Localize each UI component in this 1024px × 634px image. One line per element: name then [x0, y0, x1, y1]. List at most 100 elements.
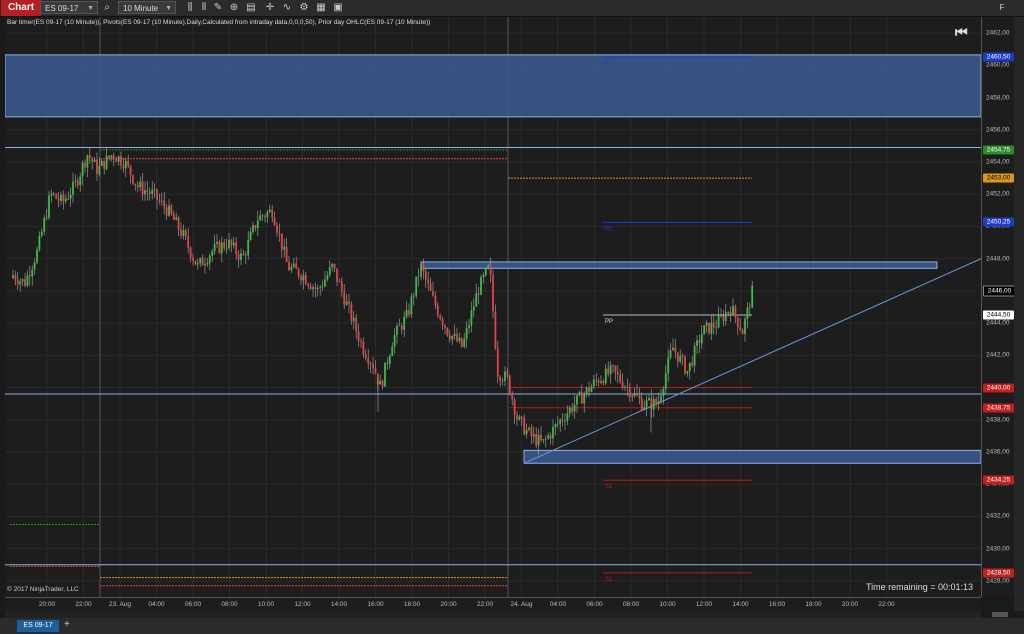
strategies-icon[interactable]: ⚙ [298, 2, 310, 14]
candle-bear [520, 416, 523, 419]
candle-bear [357, 331, 360, 342]
candle-bear [156, 189, 158, 200]
candle-bear [398, 325, 401, 327]
interval-selector[interactable]: 10 Minute ▼ [118, 1, 176, 14]
search-icon[interactable]: ⌕ [101, 2, 113, 14]
copyright-text: © 2017 NinjaTrader, LLC [7, 586, 79, 593]
candle-bull [652, 398, 655, 410]
candle-bull [290, 266, 293, 271]
price-tick-label: 2442,00 [986, 351, 1010, 359]
candle-bear [549, 435, 552, 439]
candle-bull [321, 286, 324, 288]
candle-bull [393, 335, 396, 347]
time-tick-label: 08:00 [622, 601, 640, 608]
tab-es-09-17[interactable]: ES 09-17 [17, 620, 59, 632]
price-tick-label: 2432,00 [986, 512, 1010, 520]
time-axis[interactable]: 20:00 22:00 23. Aug 04:00 06:00 08:00 10:00 12:… [5, 597, 981, 612]
candle-bear [684, 356, 686, 374]
candle-bull [484, 268, 487, 276]
candle-bull [566, 413, 569, 421]
candle-bear [511, 393, 514, 400]
add-tab-icon[interactable]: + [64, 619, 70, 630]
resistance-zone [420, 261, 938, 269]
candle-bear [580, 392, 583, 404]
crosshair-icon[interactable]: ✛ [264, 2, 276, 14]
candle-bull [396, 325, 398, 336]
zoom-icon[interactable]: ⊕ [228, 2, 240, 14]
indicators-icon[interactable]: ∿ [281, 2, 293, 14]
candle-bear [350, 304, 353, 322]
trade-icon[interactable]: ▣ [332, 2, 344, 14]
candle-bull [732, 305, 734, 315]
candle-bear [304, 275, 307, 285]
candle-bear [636, 392, 638, 396]
candle-bear [460, 337, 463, 347]
candle-bull [679, 355, 682, 362]
candle-bull [693, 345, 696, 366]
candle-bear [374, 368, 377, 374]
price-axis[interactable]: 2462,00 2460,00 2458,00 2456,00 2454,00 2452,… [981, 17, 1016, 597]
horizontal-scrollbar[interactable] [5, 611, 981, 618]
candle-bear [271, 209, 274, 218]
properties-icon[interactable]: ▤ [245, 2, 257, 14]
draw-icon[interactable]: ✎ [212, 2, 224, 14]
candle-bull [487, 265, 490, 269]
instrument-label: ES 09-17 [45, 4, 79, 13]
candle-bear [638, 395, 641, 399]
templates-icon[interactable]: ▦ [315, 2, 327, 14]
candle-bull [465, 328, 468, 340]
candle-bear [715, 327, 718, 329]
candle-bull [451, 335, 454, 340]
candle-bear [355, 317, 358, 332]
collapse-panel-icon[interactable]: ⏮ [955, 25, 969, 39]
candle-bear [261, 215, 264, 217]
candle-bull [326, 275, 329, 280]
candle-bull [537, 435, 540, 446]
candle-bull [657, 400, 660, 405]
chart-style-icon[interactable]: ⫴ [198, 2, 210, 14]
candle-bear [494, 311, 497, 349]
bar-type-icon[interactable]: ⫼ [184, 2, 196, 14]
candle-bull [717, 315, 720, 328]
price-tick-label: 2462,00 [986, 29, 1010, 37]
candle-bear [588, 387, 590, 392]
candle-bear [273, 217, 276, 226]
chart-info-line: Bar timer(ES 09-17 (10 Minute)), Pivots(… [7, 19, 431, 26]
candle-bear [607, 368, 610, 375]
candle-bear [741, 330, 744, 335]
scrollbar-thumb[interactable] [992, 612, 1008, 617]
candle-bull [470, 310, 473, 326]
candle-bear [400, 325, 403, 330]
candle-bull [33, 262, 36, 270]
chart-tab[interactable]: Chart [1, 0, 41, 16]
candle-bull [196, 263, 199, 265]
instrument-selector[interactable]: ES 09-17 ▼ [40, 1, 98, 14]
candle-bull [669, 350, 672, 358]
candle-bull [544, 438, 547, 440]
price-tick-label: 2458,00 [986, 94, 1010, 102]
candle-bear [84, 162, 86, 168]
candle-bull [645, 400, 648, 408]
supply-zone [5, 54, 981, 118]
plot-area[interactable]: R2 R1 PP S1 S2 Bar timer(ES 09-17 (10 Minute… [5, 17, 981, 597]
candle-bear [499, 376, 502, 381]
candle-bull [168, 205, 170, 216]
time-tick-label: 24. Aug [510, 601, 533, 608]
f-button[interactable]: F [996, 2, 1008, 14]
candle-bear [369, 363, 372, 365]
time-tick-label: 18:00 [805, 601, 822, 608]
candle-bull [746, 307, 749, 319]
candle-bull [268, 209, 271, 213]
candle-bear [62, 194, 65, 202]
time-tick-label: 12:00 [695, 601, 713, 608]
candle-bull [67, 198, 70, 200]
candle-bull [727, 311, 730, 313]
candle-bull [43, 218, 46, 232]
pivot-label-r1: R1 [605, 226, 613, 232]
candle-bear [129, 165, 132, 176]
candle-bull [160, 200, 163, 202]
candle-bull [64, 198, 67, 202]
time-tick-label: 10:00 [659, 601, 676, 608]
time-tick-label: 20:00 [440, 601, 457, 608]
candle-bear [698, 340, 701, 344]
